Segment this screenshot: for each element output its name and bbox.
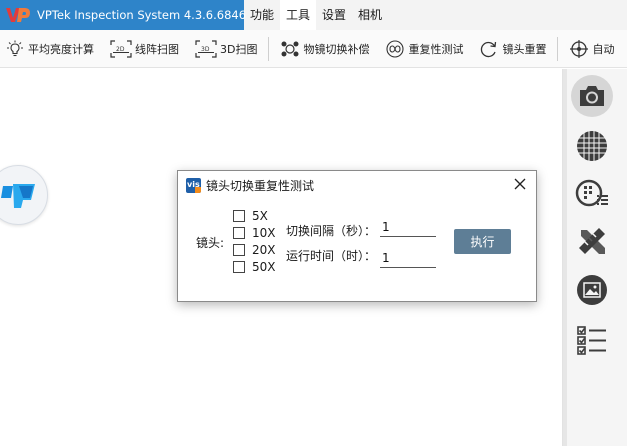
checkbox-box[interactable] [233, 210, 245, 222]
sidebar-camera-button[interactable] [571, 75, 613, 117]
interval-input[interactable] [380, 217, 436, 237]
brightness-calc-label: 平均亮度计算 [28, 42, 94, 56]
checkbox-box[interactable] [233, 261, 245, 273]
menu-item-camera[interactable]: 相机 [352, 0, 388, 30]
vp-logo-icon [5, 6, 31, 24]
sidebar-pattern-button[interactable] [572, 173, 612, 213]
sidebar-measure-button[interactable] [572, 221, 612, 261]
lens-10x-checkbox[interactable]: 10X [233, 226, 276, 240]
execute-button[interactable]: 执行 [454, 229, 511, 254]
checkbox-box[interactable] [233, 227, 245, 239]
title-bar: VPTek Inspection System 4.3.6.6846 功能 工具… [0, 0, 627, 30]
scan-3d-label: 3D扫图 [220, 42, 258, 56]
lightbulb-icon [7, 40, 23, 56]
lens-50x-checkbox[interactable]: 50X [233, 260, 276, 274]
scan-3d-icon: 3D [195, 39, 217, 58]
dialog-close-button[interactable] [512, 176, 528, 192]
lens-20x-checkbox[interactable]: 20X [233, 243, 276, 257]
brand-area: VPTek Inspection System 4.3.6.6846 [0, 0, 247, 30]
lens-10x-label: 10X [252, 226, 276, 240]
runtime-label: 运行时间（时）： [286, 249, 377, 263]
toolbar: 平均亮度计算 2D 线阵扫图 3D 3D扫图 物镜切换补偿 重复性测试 镜头重置… [0, 30, 627, 68]
repeat-test-button[interactable]: 重复性测试 [380, 30, 468, 67]
vis-app-icon: vis [186, 177, 201, 193]
line-scan-label: 线阵扫图 [135, 42, 179, 56]
toolbar-separator [268, 36, 270, 61]
sidebar-grid-button[interactable] [572, 126, 612, 166]
lens-label: 镜头: [196, 236, 225, 250]
lens-5x-label: 5X [252, 209, 268, 223]
menu-bar: 功能 工具 设置 相机 [244, 0, 388, 30]
grid-icon [577, 131, 607, 161]
svg-text:3D: 3D [201, 46, 210, 53]
interval-label: 切换间隔（秒）： [286, 224, 377, 238]
camera-icon [580, 86, 604, 106]
lens-5x-checkbox[interactable]: 5X [233, 209, 268, 223]
crosshair-icon [570, 39, 589, 58]
close-icon [514, 178, 526, 190]
right-sidebar [562, 69, 627, 446]
svg-text:2D: 2D [116, 46, 125, 53]
brightness-calc-button[interactable]: 平均亮度计算 [0, 30, 99, 67]
auto-button[interactable]: 自动 [564, 30, 619, 67]
app-title: VPTek Inspection System 4.3.6.6846 [37, 8, 247, 22]
ruler-pencil-icon [579, 228, 605, 254]
objective-comp-button[interactable]: 物镜切换补偿 [275, 30, 374, 67]
app-logo-icon [1, 184, 35, 208]
lens-reset-label: 镜头重置 [502, 42, 547, 56]
menu-item-functions[interactable]: 功能 [244, 0, 280, 30]
objective-switch-icon [281, 41, 299, 56]
toolbar-separator [557, 36, 559, 61]
scan-3d-button[interactable]: 3D 3D扫图 [190, 30, 262, 67]
refresh-icon [481, 41, 497, 57]
dialog-title: 镜头切换重复性测试 [206, 178, 315, 193]
image-icon [577, 275, 607, 305]
line-scan-icon: 2D [110, 39, 132, 58]
checklist-icon [577, 326, 606, 355]
sidebar-checklist-button[interactable] [572, 320, 612, 360]
infinity-loop-icon [386, 39, 405, 58]
runtime-input[interactable] [380, 248, 436, 268]
dialog-title-bar[interactable]: vis 镜头切换重复性测试 [178, 171, 536, 199]
sidebar-scrollbar[interactable] [563, 69, 567, 446]
auto-label: 自动 [592, 42, 615, 56]
sidebar-image-button[interactable] [572, 270, 612, 310]
lens-repeat-test-dialog: vis 镜头切换重复性测试 镜头: 5X 10X 20X 50X 切换间隔（秒）… [177, 170, 537, 302]
floating-app-logo[interactable] [0, 165, 48, 225]
dot-pattern-icon [575, 179, 608, 207]
lens-20x-label: 20X [252, 243, 276, 257]
app-window: VPTek Inspection System 4.3.6.6846 功能 工具… [0, 0, 627, 446]
menu-item-settings[interactable]: 设置 [316, 0, 352, 30]
lens-50x-label: 50X [252, 260, 276, 274]
menu-item-tools[interactable]: 工具 [280, 0, 317, 30]
line-scan-button[interactable]: 2D 线阵扫图 [105, 30, 184, 67]
repeat-test-label: 重复性测试 [408, 42, 464, 56]
objective-comp-label: 物镜切换补偿 [303, 42, 370, 56]
lens-reset-button[interactable]: 镜头重置 [474, 30, 551, 67]
checkbox-box[interactable] [233, 244, 245, 256]
